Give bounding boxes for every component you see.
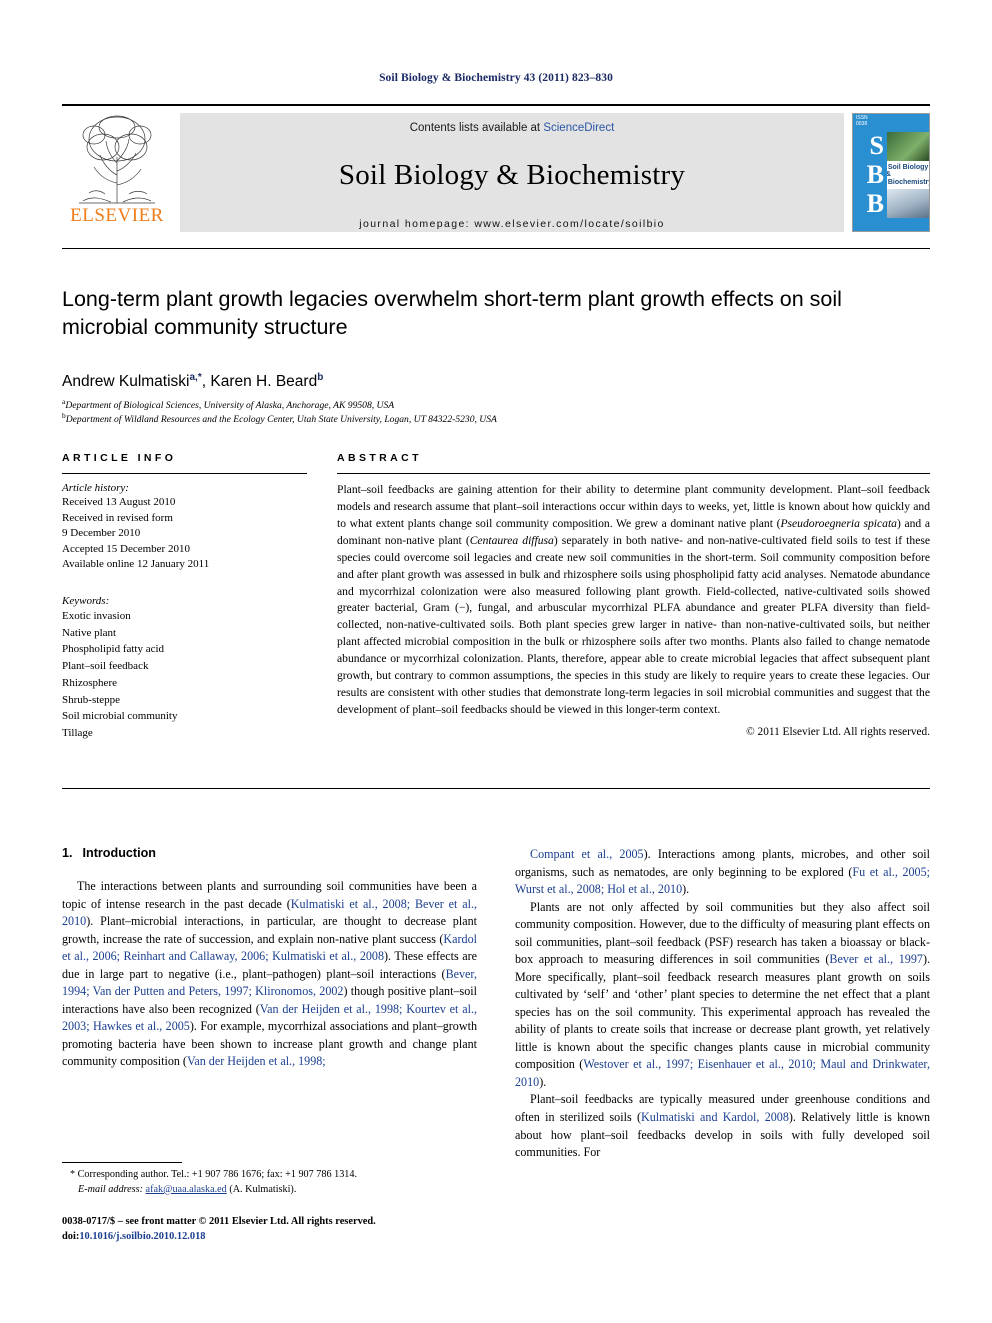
cover-image-micrograph — [887, 189, 929, 218]
cover-header-band: ISSN 0038 — [853, 114, 929, 132]
author-2-name: Karen H. Beard — [210, 373, 318, 391]
body-paragraph: Plants are not only affected by soil com… — [515, 899, 930, 1092]
text-run: ). — [539, 1074, 547, 1089]
abstract-label-text: ABSTRACT — [337, 452, 422, 464]
species-name: Centaurea diffusa — [469, 533, 554, 547]
keyword-item: Native plant — [62, 626, 117, 639]
running-head: Soil Biology & Biochemistry 43 (2011) 82… — [379, 72, 613, 84]
article-history-line: 9 December 2010 — [62, 527, 141, 540]
imprint-block: 0038-0717/$ – see front matter © 2011 El… — [62, 1214, 492, 1245]
article-info-divider — [62, 473, 307, 474]
section-heading-text: Introduction — [82, 846, 156, 860]
article-info-label-text: ARTICLE INFO — [62, 452, 177, 464]
text-run: ). — [682, 882, 690, 897]
title-divider — [62, 248, 930, 249]
keywords-heading: Keywords: — [62, 595, 110, 608]
keyword-item: Rhizosphere — [62, 676, 117, 689]
abstract-copyright: © 2011 Elsevier Ltd. All rights reserved… — [746, 725, 930, 738]
contents-prefix: Contents lists available at — [409, 122, 544, 134]
article-history-line: Available online 12 January 2011 — [62, 558, 210, 571]
journal-article-first-page: Soil Biology & Biochemistry 43 (2011) 82… — [0, 0, 992, 1323]
introduction-left-paragraphs: The interactions between plants and surr… — [62, 878, 477, 1071]
cover-issn-text: ISSN 0038 — [856, 115, 868, 127]
cover-letter-b2: B — [853, 189, 887, 218]
footnote-corresponding-line: * Corresponding author. Tel.: +1 907 786… — [62, 1168, 477, 1183]
journal-cover-thumbnail: ISSN0038 S B Soil Biology & Biochemistry… — [852, 113, 930, 232]
elsevier-logo: ELSEVIER — [62, 113, 172, 232]
abstract-divider — [337, 473, 930, 474]
text-run: ) separately in both native- and non-nat… — [337, 533, 930, 716]
affiliation-b: bDepartment of Wildland Resources and th… — [62, 410, 892, 428]
article-history-line: Received 13 August 2010 — [62, 496, 176, 508]
article-info-label: ARTICLE INFO — [62, 452, 307, 464]
author-2-marks: b — [317, 372, 324, 383]
email-address-link[interactable]: afak@uaa.alaska.ed — [146, 1184, 227, 1195]
article-history-lines: Received 13 August 2010 Received in revis… — [62, 495, 307, 573]
page-title: Long-term plant growth legacies overwhel… — [62, 287, 842, 339]
keyword-item: Shrub-steppe — [62, 693, 121, 706]
email-owner: (A. Kulmatiski). — [229, 1183, 297, 1195]
keyword-item: Phospholipid fatty acid — [62, 643, 165, 656]
footnote-star: * — [70, 1169, 76, 1180]
introduction-right-paragraphs: Compant et al., 2005). Interactions amon… — [515, 846, 930, 1162]
text-run: ). Plant–microbial interactions, in part… — [62, 914, 477, 946]
section-title-introduction: 1. Introduction — [62, 846, 477, 860]
doi-line: doi:10.1016/j.soilbio.2010.12.018 — [62, 1229, 492, 1244]
abstract-label: ABSTRACT — [337, 452, 930, 464]
cover-letter-s: S — [853, 132, 887, 161]
body-paragraph: Plant–soil feedbacks are typically measu… — [515, 1091, 930, 1161]
footnote-email-line: E-mail address: afak@uaa.alaska.ed (A. K… — [62, 1183, 477, 1198]
journal-title: Soil Biology & Biochemistry — [338, 159, 686, 191]
abstract-bottom-divider — [62, 788, 930, 789]
article-history-line: Accepted 15 December 2010 — [62, 542, 190, 555]
info-abstract-region: ARTICLE INFO Article history: Received 1… — [62, 452, 930, 742]
keyword-item: Tillage — [62, 727, 93, 740]
email-label: E-mail address: — [78, 1183, 143, 1195]
body-column-left: 1. Introduction The interactions between … — [62, 846, 477, 1162]
keyword-item: Plant–soil feedback — [62, 660, 149, 673]
article-history-heading: Article history: — [62, 482, 129, 494]
author-1-name: Andrew Kulmatiski — [62, 373, 190, 391]
abstract-text: Plant–soil feedbacks are gaining attenti… — [337, 482, 930, 719]
journal-banner: Contents lists available at ScienceDirec… — [180, 113, 844, 232]
article-body: 1. Introduction The interactions between … — [62, 846, 930, 1162]
affiliation-b-text: Department of Wildland Resources and the… — [65, 414, 497, 426]
body-column-right: Compant et al., 2005). Interactions amon… — [515, 846, 930, 1162]
section-number: 1. — [62, 846, 73, 860]
doi-label: doi: — [62, 1231, 80, 1243]
citation-link[interactable]: Compant et al., 2005 — [530, 847, 644, 861]
citation-link[interactable]: Kulmatiski and Kardol, 2008 — [641, 1110, 789, 1124]
body-paragraph: The interactions between plants and surr… — [62, 878, 477, 1071]
article-history-line: Received in revised form — [62, 511, 173, 524]
article-info-column: ARTICLE INFO Article history: Received 1… — [62, 452, 307, 742]
text-run: ). More specifically, plant–soil feedbac… — [515, 952, 930, 1072]
cover-letter-b1: B — [853, 160, 887, 190]
abstract-column: ABSTRACT Plant–soil feedbacks are gainin… — [337, 452, 930, 742]
keywords-block: Keywords: Exotic invasion Native plant Pho… — [62, 595, 307, 742]
elsevier-wordmark: ELSEVIER — [70, 205, 164, 226]
keywords-list: Exotic invasion Native plant Phospholipid … — [62, 608, 307, 742]
author-1-marks: a,* — [189, 372, 202, 383]
front-matter-line: 0038-0717/$ – see front matter © 2011 El… — [62, 1216, 376, 1227]
citation-link[interactable]: Van der Heijden et al., 1998; — [187, 1054, 326, 1068]
cover-title-panel: Soil Biology & Biochemistry — [887, 160, 929, 190]
cover-image-plant — [887, 132, 929, 161]
keyword-item: Exotic invasion — [62, 610, 131, 623]
elsevier-tree-icon — [79, 115, 155, 204]
cover-title-text: Soil Biology & Biochemistry — [887, 163, 929, 186]
journal-masthead: ELSEVIER Contents lists available at Sci… — [62, 104, 930, 232]
footnote-divider — [62, 1162, 182, 1163]
species-name: Pseudoroegneria spicata — [780, 516, 897, 530]
author-list: Andrew Kulmatiskia,*, Karen H. Beardb — [62, 372, 892, 391]
body-paragraph: Compant et al., 2005). Interactions amon… — [515, 846, 930, 899]
contents-lists-line: Contents lists available at ScienceDirec… — [180, 122, 844, 134]
doi-link[interactable]: 10.1016/j.soilbio.2010.12.018 — [79, 1231, 205, 1242]
citation-link[interactable]: Bever et al., 1997 — [829, 952, 923, 966]
sciencedirect-link[interactable]: ScienceDirect — [543, 122, 614, 134]
cover-footer-band — [853, 217, 929, 231]
journal-homepage-link[interactable]: journal homepage: www.elsevier.com/locat… — [180, 218, 844, 230]
corresponding-author-footnote: * Corresponding author. Tel.: +1 907 786… — [62, 1162, 477, 1198]
keyword-item: Soil microbial community — [62, 710, 178, 723]
footnote-corresponding-text: Corresponding author. Tel.: +1 907 786 1… — [77, 1169, 358, 1180]
